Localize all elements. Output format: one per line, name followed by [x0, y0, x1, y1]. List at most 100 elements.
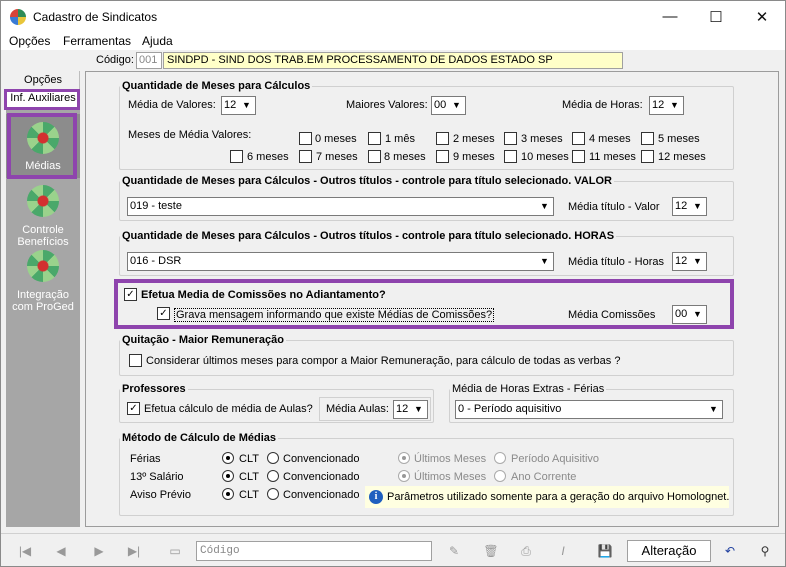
checkbox-2-meses[interactable]	[436, 132, 449, 145]
chevron-down-icon: ▼	[693, 309, 702, 319]
menu-ferramentas[interactable]: Ferramentas	[63, 34, 131, 48]
checkbox-9-meses[interactable]	[436, 150, 449, 163]
last-record-icon[interactable]: ▶|	[122, 540, 146, 562]
main-panel: Quantidade de Meses para Cálculos Média …	[85, 71, 779, 527]
maximize-button[interactable]: ☐	[693, 1, 739, 32]
media-valores-select[interactable]: 12 ▼	[221, 96, 256, 115]
label-2-meses: 2 meses	[453, 133, 495, 145]
union-name-field[interactable]: SINDPD - SIND DOS TRAB.EM PROCESSAMENTO …	[163, 52, 623, 69]
ferias-clt-label: CLT	[239, 453, 259, 465]
chevron-down-icon: ▼	[414, 404, 423, 414]
media-comissoes-select[interactable]: 00 ▼	[672, 305, 707, 324]
menu-ajuda[interactable]: Ajuda	[142, 34, 173, 48]
label-3-meses: 3 meses	[521, 133, 563, 145]
prev-record-icon[interactable]: ◀	[49, 540, 73, 562]
checkbox-7-meses[interactable]	[299, 150, 312, 163]
delete-icon[interactable]: 🗑	[479, 540, 503, 562]
efetua-comissoes-checkbox[interactable]: ✓	[124, 288, 137, 301]
info-banner: i Parâmetros utilizado somente para a ge…	[365, 486, 729, 508]
label-10-meses: 10 meses	[521, 151, 569, 163]
label-9-meses: 9 meses	[453, 151, 495, 163]
media-aulas-checkbox[interactable]: ✓	[127, 402, 140, 415]
beneficios-icon	[27, 185, 59, 217]
section-quitacao-title: Quitação - Maior Remuneração	[122, 334, 284, 346]
next-record-icon[interactable]: ▶	[87, 540, 111, 562]
label-11-meses: 11 meses	[589, 151, 636, 163]
ferias-periodo-aquisitivo-radio[interactable]	[494, 452, 506, 464]
aviso-convencionado-radio[interactable]	[267, 488, 279, 500]
label-5-meses: 5 meses	[658, 133, 700, 145]
ferias-clt-radio[interactable]	[222, 452, 234, 464]
checkbox-11-meses[interactable]	[572, 150, 585, 163]
ferias-periodo-aquisitivo-label: Período Aquisitivo	[511, 453, 600, 465]
checkbox-4-meses[interactable]	[572, 132, 585, 145]
row-13-salario-label: 13º Salário	[130, 471, 184, 483]
code-input[interactable]: 001	[136, 52, 162, 69]
window-title: Cadastro de Sindicatos	[33, 10, 158, 24]
italic-icon[interactable]: I	[551, 540, 575, 562]
titulo-horas-select[interactable]: 016 - DSR ▼	[127, 252, 554, 271]
chevron-down-icon: ▼	[452, 100, 461, 110]
media-titulo-horas-select[interactable]: 12 ▼	[672, 252, 707, 271]
grava-mensagem-checkbox[interactable]: ✓	[157, 307, 170, 320]
media-valores-label: Média de Valores:	[128, 99, 216, 111]
checkbox-8-meses[interactable]	[368, 150, 381, 163]
horas-extras-select[interactable]: 0 - Período aquisitivo ▼	[455, 400, 723, 419]
chevron-down-icon: ▼	[709, 404, 718, 414]
minimize-button[interactable]: —	[647, 1, 693, 32]
salario13-ano-corrente-radio[interactable]	[494, 470, 506, 482]
checkbox-12-meses[interactable]	[641, 150, 654, 163]
salario13-clt-radio[interactable]	[222, 470, 234, 482]
label-4-meses: 4 meses	[589, 133, 631, 145]
checkbox-0-meses[interactable]	[299, 132, 312, 145]
edit-document-icon[interactable]: ✎	[442, 540, 466, 562]
chevron-down-icon: ▼	[540, 256, 549, 266]
app-icon	[10, 9, 26, 25]
checkbox-1-mes[interactable]	[368, 132, 381, 145]
undo-icon[interactable]: ↶	[718, 540, 742, 562]
maiores-valores-select[interactable]: 00 ▼	[431, 96, 466, 115]
media-aulas-label: Média Aulas:	[326, 403, 389, 415]
print-icon[interactable]: ⎙	[514, 540, 538, 562]
info-icon: i	[369, 490, 383, 504]
chevron-down-icon: ▼	[242, 100, 251, 110]
first-record-icon[interactable]: |◀	[13, 540, 37, 562]
section-meses-title: Quantidade de Meses para Cálculos	[122, 80, 311, 92]
section-valor-title: Quantidade de Meses para Cálculos - Outr…	[122, 175, 612, 187]
ferias-convencionado-radio[interactable]	[267, 452, 279, 464]
checkbox-10-meses[interactable]	[504, 150, 517, 163]
close-button[interactable]: ✕	[739, 1, 785, 32]
label-6-meses: 6 meses	[247, 151, 289, 163]
section-metodo-title: Método de Cálculo de Médias	[122, 432, 277, 444]
section-horas-extras-title: Média de Horas Extras - Férias	[452, 383, 605, 395]
code-search-input[interactable]: Código	[196, 541, 432, 561]
label-8-meses: 8 meses	[384, 151, 426, 163]
new-document-icon[interactable]: ▭	[163, 540, 187, 562]
menu-opcoes[interactable]: Opções	[9, 34, 50, 48]
titulo-valor-select[interactable]: 019 - teste ▼	[127, 197, 554, 216]
checkbox-5-meses[interactable]	[641, 132, 654, 145]
binoculars-icon[interactable]: ⚲	[753, 540, 777, 562]
menu-bar: Opções Ferramentas Ajuda	[1, 32, 785, 50]
ferias-ultimos-meses-label: Últimos Meses	[414, 453, 487, 465]
bottom-toolbar: |◀ ◀ ▶ ▶| ▭ Código ✎ 🗑 ⎙ I 💾 Alteração ↶…	[1, 533, 785, 566]
label-7-meses: 7 meses	[316, 151, 358, 163]
checkbox-3-meses[interactable]	[504, 132, 517, 145]
nav-item-controle-beneficios[interactable]: Controle Benefícios	[6, 182, 80, 248]
nav-item-integracao[interactable]: Integração com ProGed	[6, 248, 80, 314]
considerar-meses-checkbox[interactable]	[129, 354, 142, 367]
checkbox-6-meses[interactable]	[230, 150, 243, 163]
salario13-ultimos-meses-radio[interactable]	[398, 470, 410, 482]
save-icon[interactable]: 💾	[593, 540, 617, 562]
ferias-ultimos-meses-radio[interactable]	[398, 452, 410, 464]
media-titulo-valor-select[interactable]: 12 ▼	[672, 197, 707, 216]
meses-label: Meses de Média Valores:	[128, 129, 252, 141]
chevron-down-icon: ▼	[670, 100, 679, 110]
media-aulas-select[interactable]: 12 ▼	[393, 400, 428, 419]
aviso-clt-radio[interactable]	[222, 488, 234, 500]
integracao-icon	[27, 250, 59, 282]
tab-opcoes[interactable]: Opções	[6, 73, 80, 89]
salario13-convencionado-radio[interactable]	[267, 470, 279, 482]
media-horas-select[interactable]: 12 ▼	[649, 96, 684, 115]
media-aulas-check-label: Efetua cálculo de média de Aulas?	[144, 403, 313, 415]
